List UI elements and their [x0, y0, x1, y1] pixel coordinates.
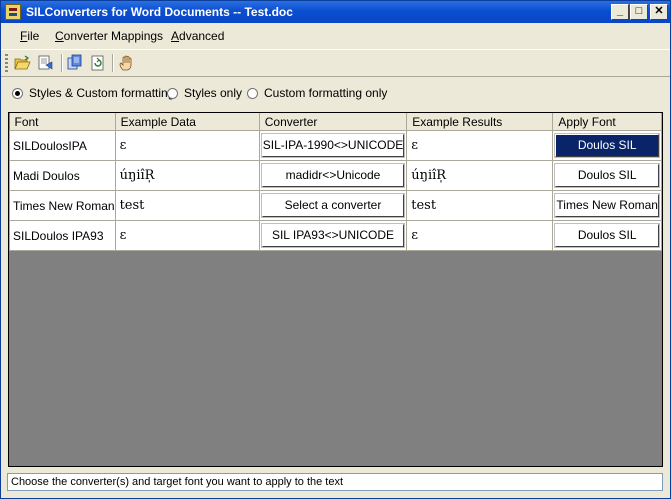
radio-dot-selected[interactable] — [12, 87, 23, 99]
radio-label: Styles only — [184, 86, 243, 100]
apply-font-cell: Doulos SIL — [552, 160, 662, 191]
stop-hand-icon[interactable] — [118, 54, 136, 72]
toolbar-separator — [61, 54, 63, 72]
converter-button[interactable]: SIL IPA93<>UNICODE — [260, 223, 406, 248]
menu-converter-mappings-mnemonic: C — [55, 29, 64, 43]
table-row[interactable]: Times New Roman test Select a converter … — [9, 190, 662, 221]
converter-cell: SIL IPA93<>UNICODE — [258, 220, 408, 251]
grid-table: Font Example Data Converter Example Resu… — [9, 113, 662, 251]
table-row[interactable]: Madi Doulos úŋiîR̩ madidr<>Unicode úŋiîR… — [9, 160, 662, 191]
example-results-cell[interactable]: ɛ — [406, 220, 554, 251]
example-data-cell[interactable]: úŋiîR̩ — [114, 160, 260, 191]
example-results-cell[interactable]: úŋiîR̩ — [406, 160, 554, 191]
font-cell[interactable]: Times New Roman — [9, 190, 116, 221]
column-header-example-data[interactable]: Example Data — [115, 113, 260, 131]
example-data-cell[interactable]: test — [114, 190, 260, 221]
apply-font-button[interactable]: Doulos SIL — [554, 133, 660, 158]
converter-cell: madidr<>Unicode — [258, 160, 408, 191]
main-window: SILConverters for Word Documents -- Test… — [0, 0, 671, 499]
save-document-icon[interactable] — [37, 54, 55, 72]
menu-file-label: ile — [27, 29, 40, 43]
open-folder-icon[interactable] — [14, 54, 32, 72]
example-results-cell[interactable]: ɛ — [406, 130, 554, 161]
refresh-icon[interactable] — [89, 54, 107, 72]
radio-label: Styles & Custom formatting — [29, 86, 175, 100]
example-results-cell[interactable]: test — [406, 190, 554, 221]
radio-label: Custom formatting only — [264, 86, 388, 100]
menu-converter-mappings[interactable]: Converter Mappings — [55, 29, 163, 43]
example-data-cell[interactable]: ɛ — [114, 130, 260, 161]
menu-file[interactable]: File — [20, 29, 39, 43]
font-converter-grid[interactable]: Font Example Data Converter Example Resu… — [8, 112, 663, 467]
table-row[interactable]: SILDoulos IPA93 ɛ SIL IPA93<>UNICODE ɛ D… — [9, 220, 662, 251]
apply-font-button[interactable]: Doulos SIL — [554, 163, 660, 188]
column-header-converter[interactable]: Converter — [259, 113, 408, 131]
menu-advanced-label: dvanced — [179, 29, 225, 43]
app-icon[interactable] — [5, 4, 21, 20]
converter-button[interactable]: madidr<>Unicode — [260, 163, 406, 188]
menu-advanced-mnemonic: A — [171, 29, 180, 43]
status-text: Choose the converter(s) and target font … — [11, 476, 344, 488]
apply-font-cell: Doulos SIL — [552, 130, 662, 161]
menu-advanced[interactable]: Advanced — [171, 29, 224, 43]
minimize-button[interactable]: _ — [611, 4, 629, 20]
toolbar-separator — [112, 54, 114, 72]
title-bar[interactable]: SILConverters for Word Documents -- Test… — [1, 1, 670, 23]
column-header-apply-font[interactable]: Apply Font — [552, 113, 662, 131]
radio-dot[interactable] — [167, 87, 178, 99]
apply-font-button[interactable]: Doulos SIL — [554, 223, 660, 248]
radio-dot[interactable] — [247, 87, 258, 99]
menu-bar: File Converter Mappings Advanced — [1, 24, 670, 48]
toolbar-grip[interactable] — [5, 54, 8, 72]
menu-converter-mappings-label: onverter Mappings — [63, 29, 164, 43]
grid-header-row: Font Example Data Converter Example Resu… — [9, 113, 662, 131]
radio-styles-and-custom-formatting[interactable]: Styles & Custom formatting — [12, 86, 174, 100]
font-cell[interactable]: SILDoulosIPA — [9, 130, 116, 161]
status-bar: Choose the converter(s) and target font … — [7, 473, 663, 491]
converter-cell: Select a converter — [258, 190, 408, 221]
column-header-example-results[interactable]: Example Results — [406, 113, 554, 131]
radio-custom-formatting-only[interactable]: Custom formatting only — [247, 86, 387, 100]
converter-cell: SIL-IPA-1990<>UNICODE — [258, 130, 408, 161]
converter-button[interactable]: SIL-IPA-1990<>UNICODE — [260, 133, 406, 158]
convert-document-icon[interactable] — [66, 54, 84, 72]
window-title: SILConverters for Word Documents -- Test… — [26, 5, 293, 19]
formatting-options: Styles & Custom formatting Styles only C… — [1, 81, 670, 105]
example-data-cell[interactable]: ɛ — [114, 220, 260, 251]
converter-button[interactable]: Select a converter — [260, 193, 406, 218]
table-row[interactable]: SILDoulosIPA ɛ SIL-IPA-1990<>UNICODE ɛ D… — [9, 130, 662, 161]
toolbar — [1, 49, 670, 77]
close-button[interactable]: ✕ — [650, 4, 668, 20]
apply-font-cell: Doulos SIL — [552, 220, 662, 251]
radio-styles-only[interactable]: Styles only — [167, 86, 242, 100]
apply-font-cell: Times New Roman — [552, 190, 662, 221]
font-cell[interactable]: Madi Doulos — [9, 160, 116, 191]
column-header-font[interactable]: Font — [9, 113, 116, 131]
maximize-button[interactable]: □ — [630, 4, 648, 20]
font-cell[interactable]: SILDoulos IPA93 — [9, 220, 116, 251]
apply-font-button[interactable]: Times New Roman — [554, 193, 660, 218]
